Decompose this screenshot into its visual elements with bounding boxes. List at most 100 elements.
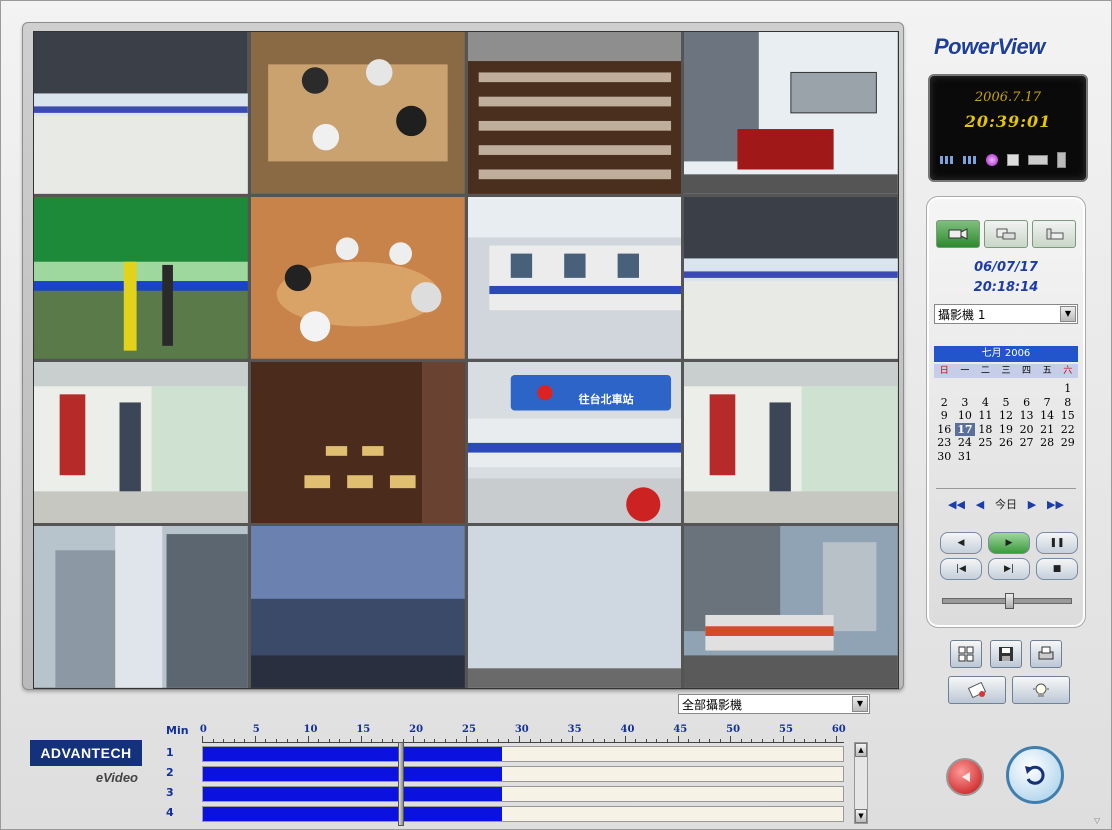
chevron-down-icon[interactable]: ▼ [1060, 306, 1076, 322]
next-month-icon[interactable]: ▶ [1028, 498, 1036, 511]
timeline-track[interactable] [202, 766, 844, 782]
layout-button[interactable] [950, 640, 982, 668]
camera-view-5[interactable] [34, 196, 248, 359]
scroll-down-icon[interactable]: ▼ [855, 809, 867, 823]
exit-button[interactable] [1006, 746, 1064, 804]
calendar-weekday: 日 [939, 366, 949, 376]
camera-view-1[interactable] [34, 32, 248, 194]
today-button[interactable]: 今日 [995, 496, 1017, 512]
camera-view-12[interactable] [684, 361, 898, 524]
camera-view-6[interactable] [250, 196, 465, 359]
camera-view-16[interactable] [684, 526, 898, 688]
camera-view-15[interactable] [467, 526, 682, 688]
alarm-button[interactable] [1012, 676, 1070, 704]
slider-knob[interactable] [1005, 593, 1015, 609]
calendar-day[interactable]: 18 [975, 423, 996, 437]
camera-view-8[interactable] [684, 196, 898, 359]
calendar-day[interactable]: 8 [1057, 396, 1078, 410]
camera-view-3[interactable] [467, 32, 682, 194]
ruler-tick [603, 739, 605, 742]
calendar-day[interactable]: 15 [1057, 409, 1078, 423]
search-mode-button[interactable] [1032, 220, 1076, 248]
resize-grip-icon[interactable]: ▽ [1094, 816, 1100, 825]
scroll-up-icon[interactable]: ▲ [855, 743, 867, 757]
ruler-tick [550, 739, 552, 742]
camera-view-10[interactable] [250, 361, 465, 524]
calendar-day[interactable]: 6 [1016, 396, 1037, 410]
calendar-days: 1 2 3 4 5 6 7 8 9 10 11 12 13 14 15 16 17 18 19 20 21 22 23 24 2… [934, 382, 1078, 463]
pause-button[interactable]: ❚❚ [1036, 532, 1078, 554]
ruler-tick [635, 739, 637, 742]
calendar-day[interactable]: 30 [934, 450, 955, 464]
calendar-day[interactable]: 22 [1057, 423, 1078, 437]
playback-mode-button[interactable] [984, 220, 1028, 248]
calendar-day[interactable]: 4 [975, 396, 996, 410]
live-mode-button[interactable] [936, 220, 980, 248]
rewind-button[interactable]: ◀ [940, 532, 982, 554]
calendar-day[interactable]: 29 [1057, 436, 1078, 450]
calendar-day[interactable]: 23 [934, 436, 955, 450]
calendar-day[interactable]: 7 [1037, 396, 1058, 410]
next-year-icon[interactable]: ▶▶ [1047, 498, 1064, 511]
calendar-day[interactable]: 10 [955, 409, 976, 423]
camera-view-7[interactable] [467, 196, 682, 359]
calendar-day[interactable]: 9 [934, 409, 955, 423]
calendar-day[interactable]: 27 [1016, 436, 1037, 450]
calendar-day[interactable]: 2 [934, 396, 955, 410]
calendar-day[interactable]: 16 [934, 423, 955, 437]
calendar-day[interactable]: 14 [1037, 409, 1058, 423]
calendar-day[interactable]: 24 [955, 436, 976, 450]
camera-view-13[interactable] [34, 526, 248, 688]
prev-year-icon[interactable]: ◀◀ [948, 498, 965, 511]
calendar-day[interactable]: 5 [996, 396, 1017, 410]
calendar-day[interactable]: 11 [975, 409, 996, 423]
ruler-tick [709, 739, 711, 742]
camera-view-14[interactable] [250, 526, 465, 688]
ruler-tick [793, 739, 795, 742]
timeline-camera-filter[interactable]: 全部攝影機 ▼ [678, 694, 870, 714]
calendar-day[interactable]: 17 [954, 422, 976, 436]
timeline-track[interactable] [202, 746, 844, 762]
record-button[interactable] [946, 758, 984, 796]
save-button[interactable] [990, 640, 1022, 668]
camera-feed-image [250, 361, 465, 524]
calendar-day[interactable]: 31 [955, 450, 976, 464]
calendar-day[interactable]: 19 [996, 423, 1017, 437]
timeline-row-label: 4 [166, 806, 174, 819]
calendar-day [975, 382, 996, 396]
setup-button[interactable] [948, 676, 1006, 704]
timeline-scrollbar[interactable]: ▲ ▼ [854, 742, 868, 824]
calendar-day[interactable]: 1 [1057, 382, 1078, 396]
camera-select[interactable]: 攝影機 1 ▼ [934, 304, 1078, 324]
timeline-track[interactable] [202, 786, 844, 802]
chevron-down-icon[interactable]: ▼ [852, 696, 868, 712]
record-icon [962, 772, 970, 782]
print-button[interactable] [1030, 640, 1062, 668]
ruler-label: 15 [356, 724, 371, 735]
stop-button[interactable]: ■ [1036, 558, 1078, 580]
previous-frame-button[interactable]: |◀ [940, 558, 982, 580]
timeline-cursor[interactable] [397, 742, 404, 826]
next-frame-button[interactable]: ▶| [988, 558, 1030, 580]
camera-view-4[interactable] [684, 32, 898, 194]
camera-view-11[interactable]: 往台北車站 [467, 361, 682, 524]
camera-view-9[interactable] [34, 361, 248, 524]
timeline-track[interactable] [202, 806, 844, 822]
prev-month-icon[interactable]: ◀ [976, 498, 984, 511]
station-sign-text: 往台北車站 [578, 392, 634, 406]
camera-view-2[interactable] [250, 32, 465, 194]
ruler-tick [423, 739, 425, 742]
camera-feed-image [467, 526, 682, 688]
calendar-day[interactable]: 20 [1016, 423, 1037, 437]
calendar-day[interactable]: 26 [996, 436, 1017, 450]
calendar-day[interactable]: 3 [955, 396, 976, 410]
play-button[interactable]: ▶ [988, 532, 1030, 554]
calendar-day[interactable]: 12 [996, 409, 1017, 423]
calendar-day[interactable]: 25 [975, 436, 996, 450]
playback-speed-slider[interactable] [942, 593, 1072, 609]
calendar-day[interactable]: 21 [1037, 423, 1058, 437]
ruler-tick [275, 739, 277, 742]
ruler-tick [381, 739, 383, 742]
calendar-day[interactable]: 13 [1016, 409, 1037, 423]
calendar-day[interactable]: 28 [1037, 436, 1058, 450]
